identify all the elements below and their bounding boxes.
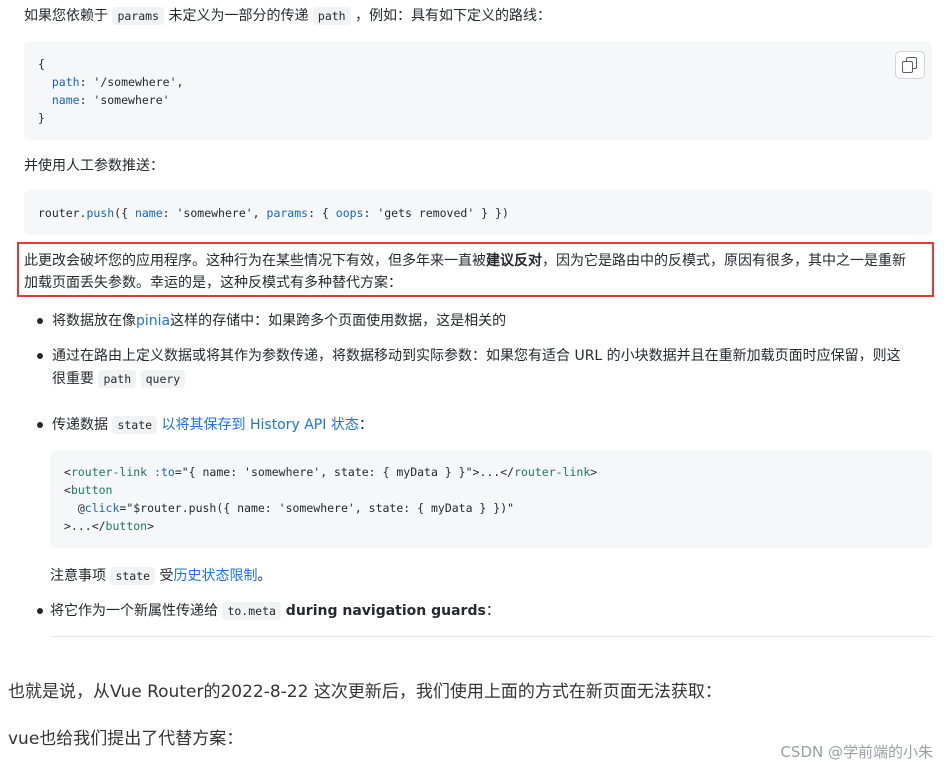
bullet-item-meta: 将它作为一个新属性传递给 to.meta during navigation g… <box>50 602 500 620</box>
warning-line-2: 加载页面丢失参数。幸运的是，这种反模式有多种替代方案： <box>24 275 402 291</box>
watermark: CSDN @学前端的小朱 <box>780 743 933 761</box>
summary-paragraph: 也就是说，从Vue Router的2022-8-22 这次更新后，我们使用上面的… <box>8 682 722 702</box>
history-api-state-link[interactable]: 以将其保存到 History API 状态 <box>157 417 359 433</box>
code-line: >...</button> <box>64 519 155 533</box>
bullet-dot <box>37 422 43 428</box>
state-code: state <box>112 416 158 434</box>
alternative-paragraph: vue也给我们提出了代替方案： <box>8 729 244 749</box>
bullet-item-pinia: 将数据放在像pinia这样的存储中：如果跨多个页面使用数据，这是相关的 <box>52 313 507 329</box>
params-code: params <box>112 7 164 25</box>
intro-text: 如果您依赖于 params 未定义为一部分的传递 path ，例如：具有如下定义… <box>24 7 552 25</box>
router-link-code-block: <router-link :to="{ name: 'somewhere', s… <box>50 450 932 548</box>
bullet-item-state: 传递数据 state 以将其保存到 History API 状态： <box>52 416 373 434</box>
route-definition-code-block: { path: '/somewhere', name: 'somewhere' … <box>24 41 932 140</box>
history-state-limits-link[interactable]: 历史状态限制 <box>174 568 258 584</box>
bullet-item-params: 通过在路由上定义数据或将其作为参数传递，将数据移动到实际参数：如果您有适合 UR… <box>52 348 901 364</box>
pinia-link[interactable]: pinia <box>136 313 170 329</box>
path-code: path <box>312 7 351 25</box>
push-intro-text: 并使用人工参数推送： <box>24 158 164 174</box>
query-code: query <box>140 370 186 388</box>
divider <box>52 636 932 637</box>
code-line: name: 'somewhere' <box>51 93 170 107</box>
bullet-dot <box>37 318 43 324</box>
router-push-code-block: router.push({ name: 'somewhere', params:… <box>24 190 932 235</box>
state-limit-note: 注意事项 state 受历史状态限制。 <box>50 567 272 585</box>
recommend-against-bold: 建议反对 <box>486 253 542 269</box>
code-line: path: '/somewhere', <box>51 75 184 89</box>
warning-line-1: 此更改会破坏您的应用程序。这种行为在某些情况下有效，但多年来一直被建议反对，因为… <box>24 253 906 269</box>
path-code: path <box>98 370 137 388</box>
to-meta-code: to.meta <box>222 602 281 620</box>
state-code: state <box>110 567 156 585</box>
code-line: } <box>38 111 45 125</box>
code-line: router.push({ name: 'somewhere', params:… <box>38 206 509 220</box>
copy-button[interactable] <box>895 51 925 79</box>
bullet-dot <box>37 608 43 614</box>
code-line: @click="$router.push({ name: 'somewhere'… <box>64 501 515 515</box>
code-line: <button <box>64 483 113 497</box>
code-line: { <box>38 57 45 71</box>
bullet-dot <box>37 353 43 359</box>
code-line: <router-link :to="{ name: 'somewhere', s… <box>64 465 598 479</box>
bullet-item-params-line-2: 很重要 path query <box>52 368 186 390</box>
